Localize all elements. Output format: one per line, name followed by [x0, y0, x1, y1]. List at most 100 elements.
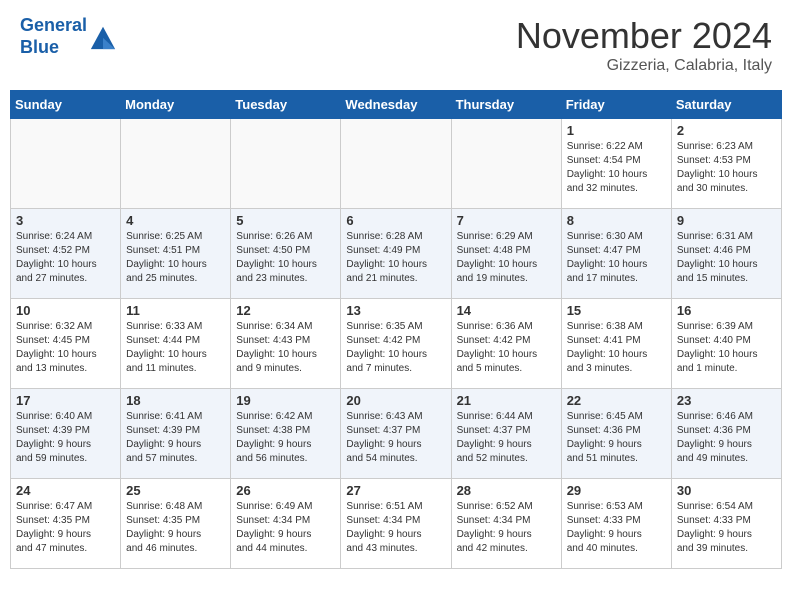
day-info: Sunrise: 6:47 AM Sunset: 4:35 PM Dayligh…: [16, 500, 115, 556]
day-info: Sunrise: 6:52 AM Sunset: 4:34 PM Dayligh…: [457, 500, 556, 556]
day-number: 14: [457, 303, 556, 318]
day-info: Sunrise: 6:48 AM Sunset: 4:35 PM Dayligh…: [126, 500, 225, 556]
day-number: 3: [16, 213, 115, 228]
calendar-cell: 18Sunrise: 6:41 AM Sunset: 4:39 PM Dayli…: [121, 389, 231, 479]
calendar-cell: [451, 119, 561, 209]
day-info: Sunrise: 6:49 AM Sunset: 4:34 PM Dayligh…: [236, 500, 335, 556]
day-number: 24: [16, 483, 115, 498]
calendar-cell: 22 Sunrise: 6:45 AM Sunset: 4:36 PM Dayli…: [561, 389, 671, 479]
day-number: 29: [567, 483, 666, 498]
calendar-cell: 20 Sunrise: 6:43 AM Sunset: 4:37 PM Dayli…: [341, 389, 451, 479]
day-number: 13: [346, 303, 445, 318]
weekday-header-tuesday: Tuesday: [231, 91, 341, 119]
day-info: Sunrise: 6:31 AM Sunset: 4:46 PM Dayligh…: [677, 230, 776, 286]
calendar-cell: 4Sunrise: 6:25 AM Sunset: 4:51 PM Daylig…: [121, 209, 231, 299]
day-info: Sunrise: 6:54 AM Sunset: 4:33 PM Dayligh…: [677, 500, 776, 556]
calendar-cell: 15 Sunrise: 6:38 AM Sunset: 4:41 PM Dayli…: [561, 299, 671, 389]
day-number: 6: [346, 213, 445, 228]
weekday-header-saturday: Saturday: [671, 91, 781, 119]
month-title: November 2024: [516, 15, 772, 57]
calendar-week-4: 17Sunrise: 6:40 AM Sunset: 4:39 PM Dayli…: [11, 389, 782, 479]
day-info: Sunrise: 6:43 AM Sunset: 4:37 PM Dayligh…: [346, 410, 445, 466]
day-number: 30: [677, 483, 776, 498]
calendar-cell: [341, 119, 451, 209]
weekday-header-friday: Friday: [561, 91, 671, 119]
day-number: 20: [346, 393, 445, 408]
calendar-table: SundayMondayTuesdayWednesdayThursdayFrid…: [10, 90, 782, 569]
day-info: Sunrise: 6:28 AM Sunset: 4:49 PM Dayligh…: [346, 230, 445, 286]
weekday-header-thursday: Thursday: [451, 91, 561, 119]
day-info: Sunrise: 6:30 AM Sunset: 4:47 PM Dayligh…: [567, 230, 666, 286]
calendar-week-5: 24 Sunrise: 6:47 AM Sunset: 4:35 PM Dayli…: [11, 479, 782, 569]
weekday-header-monday: Monday: [121, 91, 231, 119]
day-number: 22: [567, 393, 666, 408]
day-number: 1: [567, 123, 666, 138]
day-info: Sunrise: 6:46 AM Sunset: 4:36 PM Dayligh…: [677, 410, 776, 466]
calendar-cell: [231, 119, 341, 209]
day-number: 7: [457, 213, 556, 228]
weekday-header-sunday: Sunday: [11, 91, 121, 119]
day-info: Sunrise: 6:25 AM Sunset: 4:51 PM Dayligh…: [126, 230, 225, 286]
calendar-cell: 2 Sunrise: 6:23 AM Sunset: 4:53 PM Daylig…: [671, 119, 781, 209]
day-number: 2: [677, 123, 776, 138]
calendar-cell: 6 Sunrise: 6:28 AM Sunset: 4:49 PM Daylig…: [341, 209, 451, 299]
calendar-cell: 5 Sunrise: 6:26 AM Sunset: 4:50 PM Daylig…: [231, 209, 341, 299]
calendar-cell: 19 Sunrise: 6:42 AM Sunset: 4:38 PM Dayli…: [231, 389, 341, 479]
day-info: Sunrise: 6:38 AM Sunset: 4:41 PM Dayligh…: [567, 320, 666, 376]
location-subtitle: Gizzeria, Calabria, Italy: [516, 57, 772, 75]
calendar-cell: 3Sunrise: 6:24 AM Sunset: 4:52 PM Daylig…: [11, 209, 121, 299]
logo-text: General Blue: [20, 15, 87, 58]
day-number: 19: [236, 393, 335, 408]
calendar-cell: 9Sunrise: 6:31 AM Sunset: 4:46 PM Daylig…: [671, 209, 781, 299]
day-info: Sunrise: 6:29 AM Sunset: 4:48 PM Dayligh…: [457, 230, 556, 286]
day-number: 21: [457, 393, 556, 408]
calendar-cell: 1 Sunrise: 6:22 AM Sunset: 4:54 PM Daylig…: [561, 119, 671, 209]
calendar-cell: 29 Sunrise: 6:53 AM Sunset: 4:33 PM Dayli…: [561, 479, 671, 569]
day-info: Sunrise: 6:23 AM Sunset: 4:53 PM Dayligh…: [677, 140, 776, 196]
day-number: 23: [677, 393, 776, 408]
day-info: Sunrise: 6:34 AM Sunset: 4:43 PM Dayligh…: [236, 320, 335, 376]
calendar-cell: [11, 119, 121, 209]
day-info: Sunrise: 6:44 AM Sunset: 4:37 PM Dayligh…: [457, 410, 556, 466]
day-number: 8: [567, 213, 666, 228]
day-info: Sunrise: 6:36 AM Sunset: 4:42 PM Dayligh…: [457, 320, 556, 376]
day-info: Sunrise: 6:35 AM Sunset: 4:42 PM Dayligh…: [346, 320, 445, 376]
day-info: Sunrise: 6:41 AM Sunset: 4:39 PM Dayligh…: [126, 410, 225, 466]
calendar-cell: 28Sunrise: 6:52 AM Sunset: 4:34 PM Dayli…: [451, 479, 561, 569]
calendar-cell: 30 Sunrise: 6:54 AM Sunset: 4:33 PM Dayli…: [671, 479, 781, 569]
day-info: Sunrise: 6:45 AM Sunset: 4:36 PM Dayligh…: [567, 410, 666, 466]
day-number: 12: [236, 303, 335, 318]
calendar-week-1: 1 Sunrise: 6:22 AM Sunset: 4:54 PM Daylig…: [11, 119, 782, 209]
day-info: Sunrise: 6:33 AM Sunset: 4:44 PM Dayligh…: [126, 320, 225, 376]
day-number: 11: [126, 303, 225, 318]
day-info: Sunrise: 6:22 AM Sunset: 4:54 PM Dayligh…: [567, 140, 666, 196]
calendar-cell: 13 Sunrise: 6:35 AM Sunset: 4:42 PM Dayli…: [341, 299, 451, 389]
day-info: Sunrise: 6:53 AM Sunset: 4:33 PM Dayligh…: [567, 500, 666, 556]
calendar-cell: 23 Sunrise: 6:46 AM Sunset: 4:36 PM Dayli…: [671, 389, 781, 479]
weekday-header-row: SundayMondayTuesdayWednesdayThursdayFrid…: [11, 91, 782, 119]
weekday-header-wednesday: Wednesday: [341, 91, 451, 119]
calendar-cell: 14 Sunrise: 6:36 AM Sunset: 4:42 PM Dayli…: [451, 299, 561, 389]
calendar-cell: 8 Sunrise: 6:30 AM Sunset: 4:47 PM Daylig…: [561, 209, 671, 299]
day-number: 10: [16, 303, 115, 318]
day-info: Sunrise: 6:26 AM Sunset: 4:50 PM Dayligh…: [236, 230, 335, 286]
calendar-cell: [121, 119, 231, 209]
day-number: 26: [236, 483, 335, 498]
day-number: 15: [567, 303, 666, 318]
calendar-cell: 27Sunrise: 6:51 AM Sunset: 4:34 PM Dayli…: [341, 479, 451, 569]
day-info: Sunrise: 6:32 AM Sunset: 4:45 PM Dayligh…: [16, 320, 115, 376]
calendar-cell: 25 Sunrise: 6:48 AM Sunset: 4:35 PM Dayli…: [121, 479, 231, 569]
day-info: Sunrise: 6:42 AM Sunset: 4:38 PM Dayligh…: [236, 410, 335, 466]
calendar-week-2: 3Sunrise: 6:24 AM Sunset: 4:52 PM Daylig…: [11, 209, 782, 299]
calendar-week-3: 10 Sunrise: 6:32 AM Sunset: 4:45 PM Dayli…: [11, 299, 782, 389]
calendar-cell: 7 Sunrise: 6:29 AM Sunset: 4:48 PM Daylig…: [451, 209, 561, 299]
logo-icon: [89, 23, 117, 51]
day-number: 25: [126, 483, 225, 498]
calendar-cell: 21 Sunrise: 6:44 AM Sunset: 4:37 PM Dayli…: [451, 389, 561, 479]
calendar-cell: 24 Sunrise: 6:47 AM Sunset: 4:35 PM Dayli…: [11, 479, 121, 569]
calendar-cell: 26 Sunrise: 6:49 AM Sunset: 4:34 PM Dayli…: [231, 479, 341, 569]
day-number: 17: [16, 393, 115, 408]
day-number: 5: [236, 213, 335, 228]
title-area: November 2024 Gizzeria, Calabria, Italy: [516, 15, 772, 75]
day-info: Sunrise: 6:51 AM Sunset: 4:34 PM Dayligh…: [346, 500, 445, 556]
